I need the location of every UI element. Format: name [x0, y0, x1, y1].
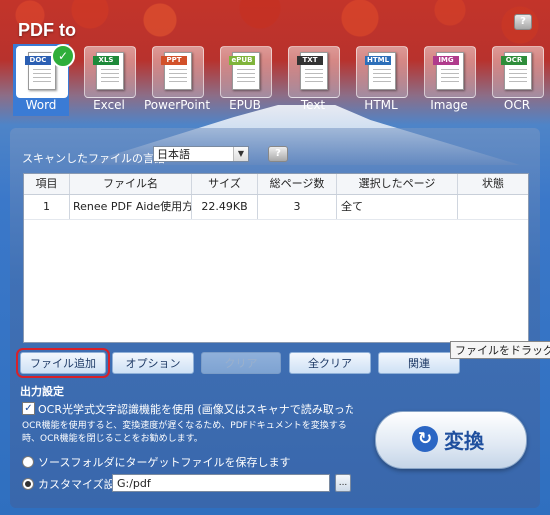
output-path-field[interactable]: G:/pdf	[112, 474, 330, 492]
cell-pages: 3	[258, 195, 337, 219]
app-title: PDF to	[18, 20, 76, 40]
format-label: Image	[430, 98, 468, 112]
column-header[interactable]: 選択したページ	[337, 174, 458, 194]
custom-path-radio[interactable]	[22, 478, 34, 490]
language-value: 日本語	[157, 148, 190, 161]
options-button[interactable]: オプション	[112, 352, 194, 374]
format-label: OCR	[503, 98, 531, 112]
column-header[interactable]: ファイル名	[70, 174, 192, 194]
language-help-icon[interactable]: ?	[268, 146, 288, 162]
format-label: Excel	[93, 98, 125, 112]
column-header[interactable]: サイズ	[192, 174, 258, 194]
column-header[interactable]: 総ページ数	[258, 174, 337, 194]
format-text[interactable]: TXT Text	[285, 44, 341, 116]
browse-button[interactable]: ...	[335, 474, 351, 492]
refresh-icon: ↻	[412, 426, 438, 452]
table-row[interactable]: 1 Renee PDF Aide使用方… 22.49KB 3 全て	[24, 195, 528, 220]
format-powerpoint[interactable]: PPT PowerPoint	[144, 44, 210, 116]
powerpoint-doc-icon: PPT	[161, 52, 192, 90]
add-file-button[interactable]: ファイル追加	[16, 348, 110, 378]
language-label: スキャンしたファイルの言語:	[22, 152, 169, 165]
clear-button[interactable]: クリア	[201, 352, 281, 374]
chevron-down-icon[interactable]: ▼	[233, 147, 248, 161]
table-header: 項目 ファイル名 サイズ 総ページ数 選択したページ 状態	[24, 174, 528, 195]
format-html[interactable]: HTML HTML	[353, 44, 409, 116]
clear-all-button[interactable]: 全クリア	[289, 352, 371, 374]
image-doc-icon: IMG	[433, 52, 464, 90]
format-label: Text	[300, 98, 326, 112]
drag-tooltip: ファイルをドラッグ	[450, 341, 550, 359]
epub-doc-icon: ePUB	[229, 52, 260, 90]
text-doc-icon: TXT	[297, 52, 328, 90]
cell-index: 1	[24, 195, 70, 219]
format-word[interactable]: DOC ✓ Word	[13, 44, 75, 116]
cell-selected-pages[interactable]: 全て	[337, 195, 458, 219]
excel-doc-icon: XLS	[93, 52, 124, 90]
format-label: HTML	[364, 98, 398, 112]
save-to-source-radio[interactable]	[22, 456, 34, 468]
format-excel[interactable]: XLS Excel	[81, 44, 137, 116]
cell-filename: Renee PDF Aide使用方…	[70, 195, 192, 219]
format-label: EPUB	[229, 98, 261, 112]
help-icon[interactable]: ?	[514, 14, 532, 30]
cell-status	[458, 195, 528, 219]
cell-size: 22.49KB	[192, 195, 258, 219]
column-header[interactable]: 状態	[458, 174, 528, 194]
app-window: PDF to ? DOC ✓ Word XLS Excel PPT PowerP…	[0, 0, 550, 515]
format-toolbar: DOC ✓ Word XLS Excel PPT PowerPoint ePUB…	[13, 44, 545, 120]
ocr-doc-icon: OCR	[501, 52, 532, 90]
format-ocr[interactable]: OCR OCR	[489, 44, 545, 116]
format-label: Word	[25, 98, 57, 112]
format-epub[interactable]: ePUB EPUB	[217, 44, 273, 116]
ocr-label: OCR光学式文字認識機能を使用 (画像又はスキャナで読み取ったPDFからご	[38, 403, 353, 416]
column-header[interactable]: 項目	[24, 174, 70, 194]
selected-check-icon: ✓	[51, 44, 75, 68]
format-label: PowerPoint	[143, 98, 211, 112]
ocr-checkbox[interactable]: ✓	[22, 402, 35, 415]
html-doc-icon: HTML	[365, 52, 396, 90]
related-button[interactable]: 関連	[378, 352, 460, 374]
convert-button[interactable]: ↻ 変換	[375, 411, 527, 469]
format-image[interactable]: IMG Image	[421, 44, 477, 116]
convert-label: 変換	[444, 429, 484, 453]
ocr-note: OCR機能を使用すると、変換速度が遅くなるため、PDFドキュメントを変換する時、…	[22, 421, 347, 444]
save-to-source-label: ソースフォルダにターゲットファイルを保存します	[38, 456, 291, 469]
file-table[interactable]: 項目 ファイル名 サイズ 総ページ数 選択したページ 状態 1 Renee PD…	[23, 173, 529, 343]
output-settings-title: 出力設定	[20, 385, 64, 398]
language-select[interactable]: 日本語 ▼	[153, 146, 249, 162]
